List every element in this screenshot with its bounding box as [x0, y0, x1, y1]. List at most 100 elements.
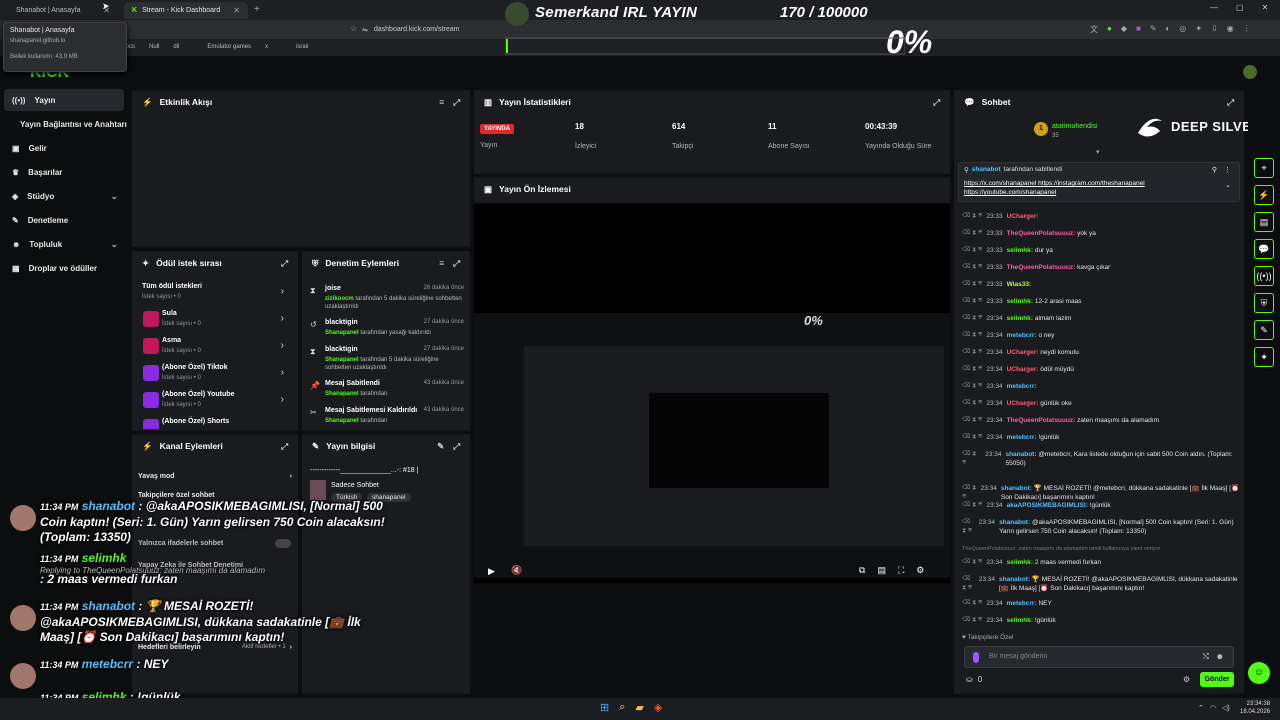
mod-tools-icon[interactable]: ⌫ ⧗ ⛨ — [962, 246, 982, 255]
chat-message[interactable]: ⌫ ⧗ ⛨ 23:33 selimhk: dur ya — [962, 246, 1240, 255]
mod-tools-icon[interactable]: ⌫ ⧗ ⛨ — [962, 280, 982, 289]
mod-tools-icon[interactable]: ⌫ ⧗ ⛨ — [962, 348, 982, 357]
chat-message[interactable]: ⌫ ⧗ ⛨ 23:34 shanabot: 🏆 MESAİ ROZETİ! @aka… — [962, 575, 1240, 593]
filter-icon[interactable]: ≡ — [439, 258, 444, 269]
filter-icon[interactable]: ≡ — [439, 97, 444, 108]
mod-tools-icon[interactable]: ⌫ ⧗ ⛨ — [962, 450, 981, 468]
chat-message[interactable]: ⌫ ⧗ ⛨ 23:34 metebcrr: NEY — [962, 599, 1240, 608]
sidebar-item-droplar[interactable]: ▦ Droplar ve ödüller — [4, 257, 124, 279]
goals-row[interactable]: Hedefleri belirleyin Aktif hedefler • 1 › — [138, 644, 292, 651]
stream-preview-video[interactable]: 0% ▶ 🔇 ⧉ ▤ ⛶ ⚙ — [474, 203, 950, 583]
chat-username[interactable]: TheQueenPolatsuuuz: — [1007, 264, 1076, 271]
fullscreen-icon[interactable]: ⛶ — [898, 565, 904, 576]
bookmark-folder[interactable]: israil — [296, 44, 308, 50]
mod-tools-icon[interactable]: ⌫ ⧗ ⛨ — [962, 558, 982, 567]
rail-wrench-icon[interactable]: ✎ — [1254, 320, 1274, 340]
popout-icon[interactable]: ⤢ — [933, 97, 940, 108]
rail-chat-icon[interactable]: 💬 — [1254, 239, 1274, 259]
popout-icon[interactable]: ⤢ — [453, 258, 460, 269]
chat-settings-icon[interactable]: ⚙ — [1183, 675, 1190, 684]
chat-message[interactable]: ⌫ ⧗ ⛨ 23:33 UCharger: — [962, 212, 1240, 221]
rail-lightning-icon[interactable]: ⚡ — [1254, 185, 1274, 205]
mod-tools-icon[interactable]: ⌫ ⧗ ⛨ — [962, 229, 982, 238]
pinned-links[interactable]: https://x.com/shanapanel https://instagr… — [964, 179, 1214, 197]
chat-message[interactable]: ⌫ ⧗ ⛨ 23:34 shanabot: 🏆 MESAİ ROZETİ! @met… — [962, 484, 1240, 502]
wifi-icon[interactable]: ◠ — [1210, 704, 1216, 712]
chat-message[interactable]: ⌫ ⧗ ⛨ 23:34 selimhk: almam lazim — [962, 314, 1240, 323]
pinned-link[interactable]: https://x.com/shanapanel — [964, 180, 1036, 187]
chevron-up-icon[interactable]: ⌃ — [1198, 704, 1204, 712]
sidebar-item-yayin[interactable]: ((•)) Yayın — [4, 89, 124, 111]
mod-tools-icon[interactable]: ⌫ ⧗ ⛨ — [962, 575, 975, 593]
rail-shield-icon[interactable]: ⛨ — [1254, 293, 1274, 313]
mod-tools-icon[interactable]: ⌫ ⧗ ⛨ — [962, 599, 982, 608]
reward-item[interactable]: Asma İstek sayısı • 0 › — [138, 334, 286, 360]
chat-message[interactable]: ⌫ ⧗ ⛨ 23:34 shanabot: @akaAPOSIKMEBAGIMLIS… — [962, 518, 1240, 536]
more-icon[interactable]: ⋮ — [1224, 166, 1231, 174]
chat-username[interactable]: shanabot: — [999, 519, 1030, 526]
chat-message[interactable]: ⌫ ⧗ ⛨ 23:34 metebcrr: o ney — [962, 331, 1240, 340]
unpin-icon[interactable]: ⚲ — [1212, 166, 1217, 174]
minimize-icon[interactable]: — — [1210, 3, 1218, 12]
chat-username[interactable]: metebcrr: — [1007, 383, 1037, 390]
rail-radio-icon[interactable]: ((•)) — [1254, 266, 1274, 286]
mod-tools-icon[interactable]: ⌫ ⧗ ⛨ — [962, 314, 982, 323]
chat-message[interactable]: ⌫ ⧗ ⛨ 23:34 TheQueenPolatsuuuz: zaten maaş… — [962, 416, 1240, 425]
reward-item[interactable]: (Abone Özel) Youtube İstek sayısı • 0 › — [138, 388, 286, 414]
theater-icon[interactable]: ▤ — [877, 565, 886, 576]
chat-username[interactable]: UCharger: — [1007, 213, 1039, 220]
reward-item[interactable]: (Abone Özel) Tiktok İstek sayısı • 0 › — [138, 361, 286, 387]
new-tab-icon[interactable]: + — [254, 4, 260, 15]
extensions-puzzle-icon[interactable]: ✦ — [1195, 24, 1202, 35]
popout-icon[interactable]: ⤢ — [453, 97, 460, 108]
pinned-link[interactable]: https://instagram.com/theshanapanel — [1038, 180, 1145, 187]
sidebar-item-topluluk[interactable]: ☻ Topluluk ⌄ — [4, 233, 124, 255]
mod-tools-icon[interactable]: ⌫ ⧗ ⛨ — [962, 399, 982, 408]
mic-icon[interactable] — [973, 652, 979, 663]
chat-message[interactable]: ⌫ ⧗ ⛨ 23:34 selimhk: 2 maas vermedi furkan — [962, 558, 1240, 567]
translate-icon[interactable]: 文 — [1090, 24, 1098, 35]
sidebar-item-denetleme[interactable]: ✎ Denetleme — [4, 209, 124, 231]
chat-username[interactable]: metebcrr: — [1007, 600, 1037, 607]
chat-message[interactable]: ⌫ ⧗ ⛨ 23:33 Wias33: — [962, 280, 1240, 289]
chat-username[interactable]: selimhk: — [1007, 617, 1033, 624]
maximize-icon[interactable]: ▢ — [1236, 3, 1244, 12]
volume-icon[interactable]: ◁) — [1222, 704, 1230, 712]
chat-username[interactable]: UCharger: — [1007, 349, 1039, 356]
chat-username[interactable]: TheQueenPolatsuuuz: — [1007, 230, 1076, 237]
chevron-down-icon[interactable]: ▾ — [1096, 148, 1100, 156]
chat-message[interactable]: ⌫ ⧗ ⛨ 23:34 akaAPOSIKMEBAGIMLISI: !günlük — [962, 501, 1240, 510]
extension-icon[interactable]: ◎ — [1179, 24, 1186, 35]
mod-tools-icon[interactable]: ⌫ ⧗ ⛨ — [962, 382, 982, 391]
chat-username[interactable]: shanabot: — [1001, 485, 1032, 492]
mod-tools-icon[interactable]: ⌫ ⧗ ⛨ — [962, 212, 982, 221]
reward-item[interactable]: (Abone Özel) Shorts — [138, 415, 286, 429]
slow-mode-row[interactable]: Yavaş mod › — [138, 473, 292, 480]
mod-tools-icon[interactable]: ⌫ ⧗ ⛨ — [962, 484, 977, 502]
chat-message[interactable]: ⌫ ⧗ ⛨ 23:34 metebcrr: !günlük — [962, 433, 1240, 442]
shortcut-icon[interactable]: ⤭ — [1203, 652, 1209, 662]
extension-icon[interactable]: ◆ — [1121, 24, 1127, 35]
url-field[interactable]: ⇋ dashboard.kick.com/stream — [362, 23, 502, 36]
mod-tools-icon[interactable]: ⌫ ⧗ ⛨ — [962, 263, 982, 272]
chat-message[interactable]: ⌫ ⧗ ⛨ 23:34 metebcrr: — [962, 382, 1240, 391]
close-icon[interactable]: ✕ — [233, 6, 240, 15]
sidebar-item-gelir[interactable]: ▣ Gelir — [4, 137, 124, 159]
channel-points[interactable]: ⛀ 0 — [966, 675, 982, 684]
play-icon[interactable]: ▶ — [488, 566, 495, 577]
sidebar-item-basarilar[interactable]: ♛ Başarılar — [4, 161, 124, 183]
chat-username[interactable]: selimhk: — [1007, 298, 1033, 305]
extension-icon[interactable]: ✎ — [1150, 24, 1157, 35]
popout-icon[interactable]: ⤢ — [281, 441, 288, 452]
chat-username[interactable]: shanabot: — [999, 576, 1030, 583]
rail-camera-icon[interactable]: ⌖ — [1254, 158, 1274, 178]
chat-message[interactable]: ⌫ ⧗ ⛨ 23:34 shanabot: @metebcrr, Kara list… — [962, 450, 1240, 468]
chat-message[interactable]: ⌫ ⧗ ⛨ 23:34 UCharger: günlük oke — [962, 399, 1240, 408]
send-button[interactable]: Gönder — [1200, 672, 1234, 687]
chat-message[interactable]: ⌫ ⧗ ⛨ 23:33 TheQueenPolatsuuuz: kavga çıka… — [962, 263, 1240, 272]
chat-message[interactable]: ⌫ ⧗ ⛨ 23:33 TheQueenPolatsuuuz: yok ya — [962, 229, 1240, 238]
sidebar-item-stream-key[interactable]: Yayın Bağlantısı ve Anahtarı — [4, 113, 128, 135]
rail-reward-icon[interactable]: ✦ — [1254, 347, 1274, 367]
mod-tools-icon[interactable]: ⌫ ⧗ ⛨ — [962, 433, 982, 442]
bookmark-star-icon[interactable]: ☆ — [350, 24, 357, 33]
